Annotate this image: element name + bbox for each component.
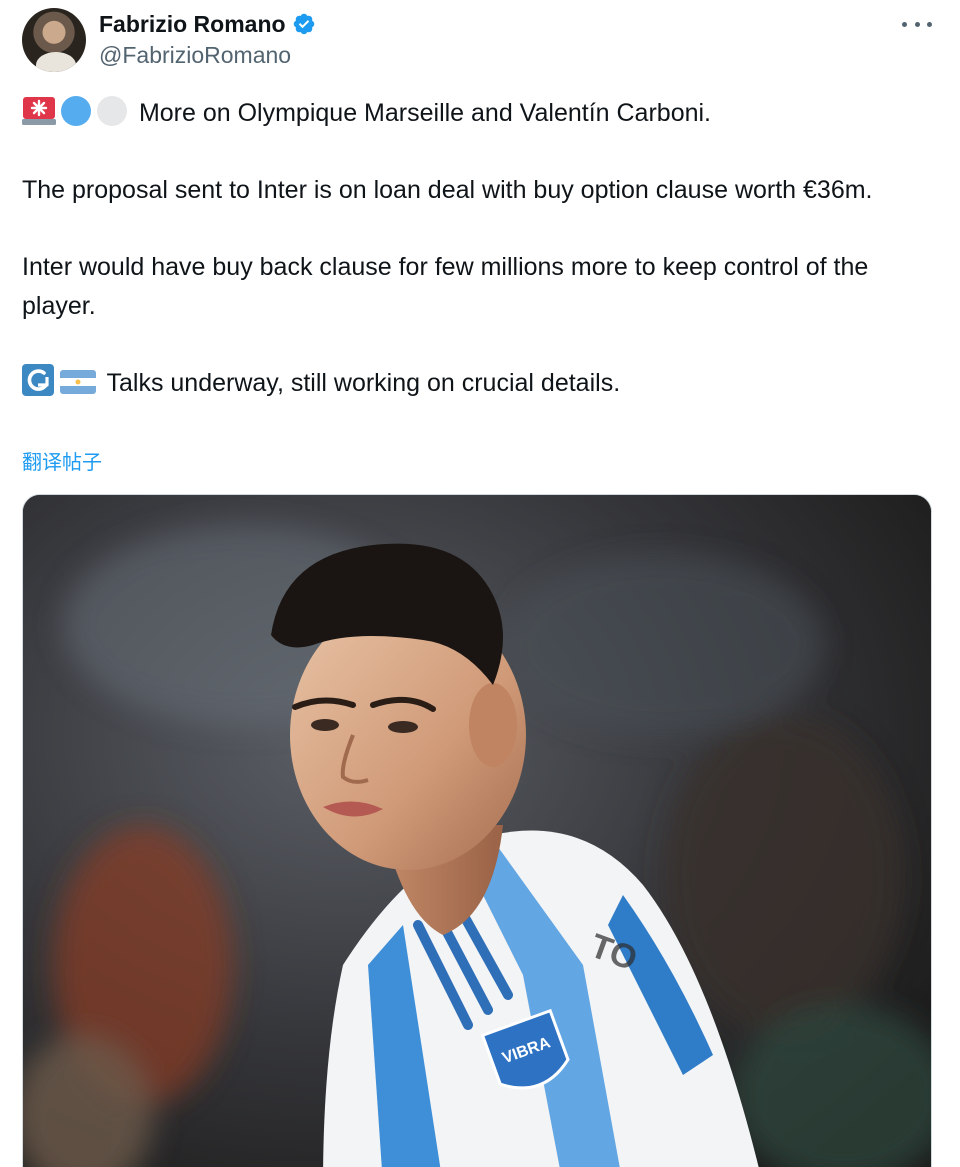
more-dot xyxy=(902,21,907,27)
author-name-row: Fabrizio Romano xyxy=(99,8,316,40)
tweet-line-4-text: Talks underway, still working on crucial… xyxy=(106,368,621,397)
more-horizontal-icon[interactable] xyxy=(902,12,932,36)
tweet-line-2: The proposal sent to Inter is on loan de… xyxy=(22,176,873,204)
argentina-flag-emoji xyxy=(60,369,96,394)
tweet-card: Fabrizio Romano @FabrizioRomano More on … xyxy=(0,0,960,1167)
translate-post-link[interactable]: 翻译帖子 xyxy=(22,446,102,475)
tweet-text: More on Olympique Marseille and Valentín… xyxy=(22,94,942,402)
blue-circle-emoji xyxy=(61,96,91,126)
author-handle[interactable]: @FabrizioRomano xyxy=(99,42,291,69)
tweet-line-3: Inter would have buy back clause for few… xyxy=(22,253,869,320)
tweet-line-1: More on Olympique Marseille and Valentín… xyxy=(22,94,942,133)
avatar-shirt xyxy=(36,52,76,72)
more-dot xyxy=(927,21,932,27)
more-dot xyxy=(914,21,920,27)
author-display-name[interactable]: Fabrizio Romano xyxy=(99,11,286,38)
return-arrow-emoji xyxy=(22,363,54,396)
tweet-media-photo[interactable]: VIBRA TO xyxy=(22,494,932,1167)
white-circle-emoji xyxy=(97,96,127,126)
tweet-line-4: Talks underway, still working on crucial… xyxy=(22,363,942,403)
avatar[interactable] xyxy=(22,8,86,72)
siren-emoji xyxy=(22,97,56,125)
player-photo: VIBRA TO xyxy=(23,495,931,1167)
verified-badge-icon xyxy=(293,13,314,35)
tweet-line-1-text: More on Olympique Marseille and Valentín… xyxy=(138,99,711,127)
